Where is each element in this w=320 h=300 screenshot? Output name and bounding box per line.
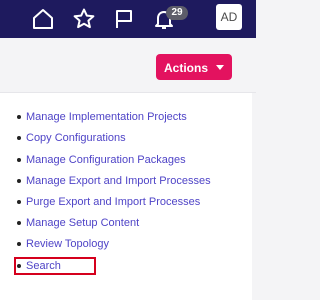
task-link-purge-export-and-import-processes[interactable]: Purge Export and Import Processes xyxy=(16,195,200,209)
task-link-copy-configurations[interactable]: Copy Configurations xyxy=(17,131,126,145)
task-link-manage-export-and-import-processes[interactable]: Manage Export and Import Processes xyxy=(17,174,211,188)
flag-icon[interactable] xyxy=(112,7,136,31)
home-icon[interactable] xyxy=(31,7,55,31)
global-header: 29 AD xyxy=(0,0,256,38)
search-highlight-box xyxy=(14,257,96,275)
actions-button-label: Actions xyxy=(164,61,209,75)
favorite-star-icon[interactable] xyxy=(72,7,96,31)
user-avatar[interactable]: AD xyxy=(216,4,242,30)
notification-count-badge: 29 xyxy=(166,6,188,20)
caret-down-icon xyxy=(216,65,224,70)
task-link-manage-implementation-projects[interactable]: Manage Implementation Projects xyxy=(17,110,187,124)
task-link-review-topology[interactable]: Review Topology xyxy=(17,237,109,251)
task-link-manage-setup-content[interactable]: Manage Setup Content xyxy=(16,216,139,230)
actions-button[interactable]: Actions xyxy=(156,54,232,80)
task-link-manage-configuration-packages[interactable]: Manage Configuration Packages xyxy=(17,153,186,167)
